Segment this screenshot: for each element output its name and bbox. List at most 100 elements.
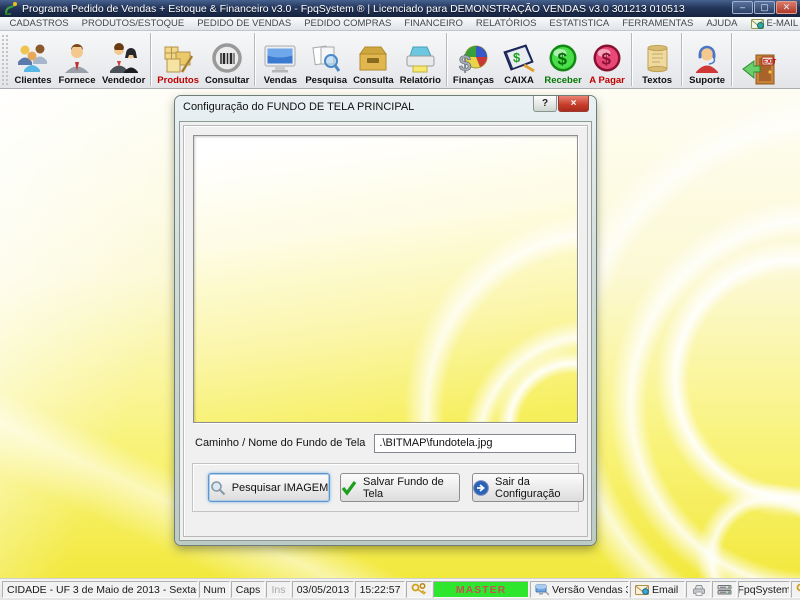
dialog-title[interactable]: Configuração do FUNDO DE TELA PRINCIPAL (183, 101, 414, 113)
toolbar-pesquisa-button[interactable]: Pesquisa (302, 31, 350, 88)
products-icon (161, 42, 195, 75)
status-insert: Ins (266, 581, 291, 598)
toolbar-vendas-button[interactable]: Vendas (258, 31, 302, 88)
window-title: Programa Pedido de Vendas + Estoque & Fi… (22, 3, 685, 15)
svg-text:$: $ (513, 50, 521, 65)
exit-door-icon: EXIT (738, 53, 780, 86)
svg-text:$: $ (558, 50, 568, 69)
toolbar-separator (254, 33, 256, 86)
toolbar-a-pagar-button[interactable]: $ A Pagar (585, 31, 629, 88)
dialog-client-area: Caminho / Nome do Fundo de Tela Pesquisa… (179, 121, 592, 541)
app-logo-icon (4, 2, 18, 15)
exit-arrow-icon (473, 480, 489, 496)
envelope-icon (635, 585, 649, 595)
toolbar-consultar-button[interactable]: Consultar (202, 31, 252, 88)
status-brand: FpqSystem (738, 581, 790, 598)
receive-money-icon: $ (547, 42, 579, 75)
toolbar-fornece-button[interactable]: Fornece (55, 31, 99, 88)
toolbar-produtos-button[interactable]: Produtos (154, 31, 202, 88)
svg-text:EXIT: EXIT (763, 60, 777, 66)
toolbar-separator (681, 33, 683, 86)
window-titlebar[interactable]: Programa Pedido de Vendas + Estoque & Fi… (0, 0, 800, 17)
toolbar-separator (150, 33, 152, 86)
svg-text:$: $ (602, 50, 612, 69)
keys-icon (796, 583, 800, 596)
status-capslock: Caps (231, 581, 265, 598)
dialog-button-group: Pesquisar IMAGEM Salvar Fundo de Tela Sa… (192, 463, 579, 512)
status-email: Email (630, 581, 685, 598)
toolbar-separator (731, 33, 733, 86)
menu-produtos-estoque[interactable]: PRODUTOS/ESTOQUE (75, 18, 191, 29)
status-user-level: MASTER (433, 581, 529, 598)
monitor-icon (262, 42, 298, 75)
dialog-panel: Caminho / Nome do Fundo de Tela Pesquisa… (183, 125, 588, 537)
save-background-button[interactable]: Salvar Fundo de Tela (340, 473, 460, 502)
toolbar: Clientes Fornece Vendedor Produtos Consu… (0, 31, 800, 89)
menu-ajuda[interactable]: AJUDA (700, 18, 744, 29)
sellers-icon (107, 42, 141, 75)
menu-pedido-de-vendas[interactable]: PEDIDO DE VENDAS (191, 18, 298, 29)
status-numlock: Num (199, 581, 230, 598)
network-icon (717, 584, 732, 596)
keys-icon (411, 583, 427, 596)
path-label: Caminho / Nome do Fundo de Tela (195, 437, 365, 449)
close-icon[interactable]: ✕ (776, 1, 797, 14)
wallpaper-preview (193, 135, 578, 423)
maximize-icon[interactable]: ▢ (754, 1, 775, 14)
toolbar-clientes-button[interactable]: Clientes (11, 31, 55, 88)
menu-pedido-compras[interactable]: PEDIDO COMPRAS (298, 18, 398, 29)
menu-relatorios[interactable]: RELATÓRIOS (469, 18, 543, 29)
toolbar-receber-button[interactable]: $ Receber (541, 31, 585, 88)
status-keys-left (406, 581, 432, 598)
status-printer (686, 581, 711, 598)
search-docs-icon (309, 42, 343, 75)
printer-small-icon (692, 584, 706, 596)
toolbar-separator (631, 33, 633, 86)
toolbar-suporte-button[interactable]: Suporte (685, 31, 729, 88)
help-icon[interactable]: ? (533, 96, 557, 112)
cashbook-icon: $ (501, 42, 537, 75)
toolbar-grip (1, 34, 10, 85)
toolbar-exit-button[interactable]: EXIT (735, 31, 783, 88)
pay-money-icon: $ (591, 42, 623, 75)
dialog-close-icon[interactable]: × (558, 96, 589, 112)
menu-cadastros[interactable]: CADASTROS (3, 18, 75, 29)
supplier-icon (60, 42, 94, 75)
magnifier-icon (210, 480, 226, 496)
toolbar-vendedor-button[interactable]: Vendedor (99, 31, 148, 88)
printer-icon (403, 42, 437, 75)
toolbar-consulta-button[interactable]: Consulta (350, 31, 397, 88)
status-bar: CIDADE - UF 3 de Maio de 2013 - Sexta-fe… (0, 578, 800, 600)
scroll-icon (641, 42, 673, 75)
menu-bar: CADASTROS PRODUTOS/ESTOQUE PEDIDO DE VEN… (0, 17, 800, 31)
check-icon (341, 480, 357, 496)
clients-icon (16, 42, 50, 75)
menu-email[interactable]: E-MAIL (744, 18, 800, 29)
barcode-icon (211, 42, 243, 75)
search-image-button[interactable]: Pesquisar IMAGEM (208, 473, 330, 502)
drawer-icon (356, 42, 390, 75)
toolbar-textos-button[interactable]: Textos (635, 31, 679, 88)
menu-financeiro[interactable]: FINANCEIRO (398, 18, 470, 29)
toolbar-separator (446, 33, 448, 86)
status-network (712, 581, 737, 598)
status-time: 15:22:57 (355, 581, 405, 598)
menu-ferramentas[interactable]: FERRAMENTAS (616, 18, 700, 29)
exit-config-button[interactable]: Sair da Configuração (472, 473, 584, 502)
status-location-date: CIDADE - UF 3 de Maio de 2013 - Sexta-fe… (2, 581, 198, 598)
status-version: Versão Vendas 3.0 (530, 581, 629, 598)
toolbar-relatorio-button[interactable]: Relatório (397, 31, 444, 88)
status-keys-right (791, 581, 800, 598)
config-dialog: Configuração do FUNDO DE TELA PRINCIPAL … (175, 96, 596, 545)
pie-money-icon: $ (455, 42, 491, 75)
toolbar-financas-button[interactable]: $ Finanças (450, 31, 497, 88)
minimize-icon[interactable]: – (732, 1, 753, 14)
toolbar-caixa-button[interactable]: $ CAIXA (497, 31, 541, 88)
path-input[interactable] (374, 434, 576, 453)
status-date: 03/05/2013 (292, 581, 354, 598)
support-icon (690, 42, 724, 75)
email-icon (751, 19, 764, 29)
svg-text:$: $ (459, 51, 471, 74)
menu-estatistica[interactable]: ESTATISTICA (543, 18, 616, 29)
computer-icon (535, 584, 549, 596)
